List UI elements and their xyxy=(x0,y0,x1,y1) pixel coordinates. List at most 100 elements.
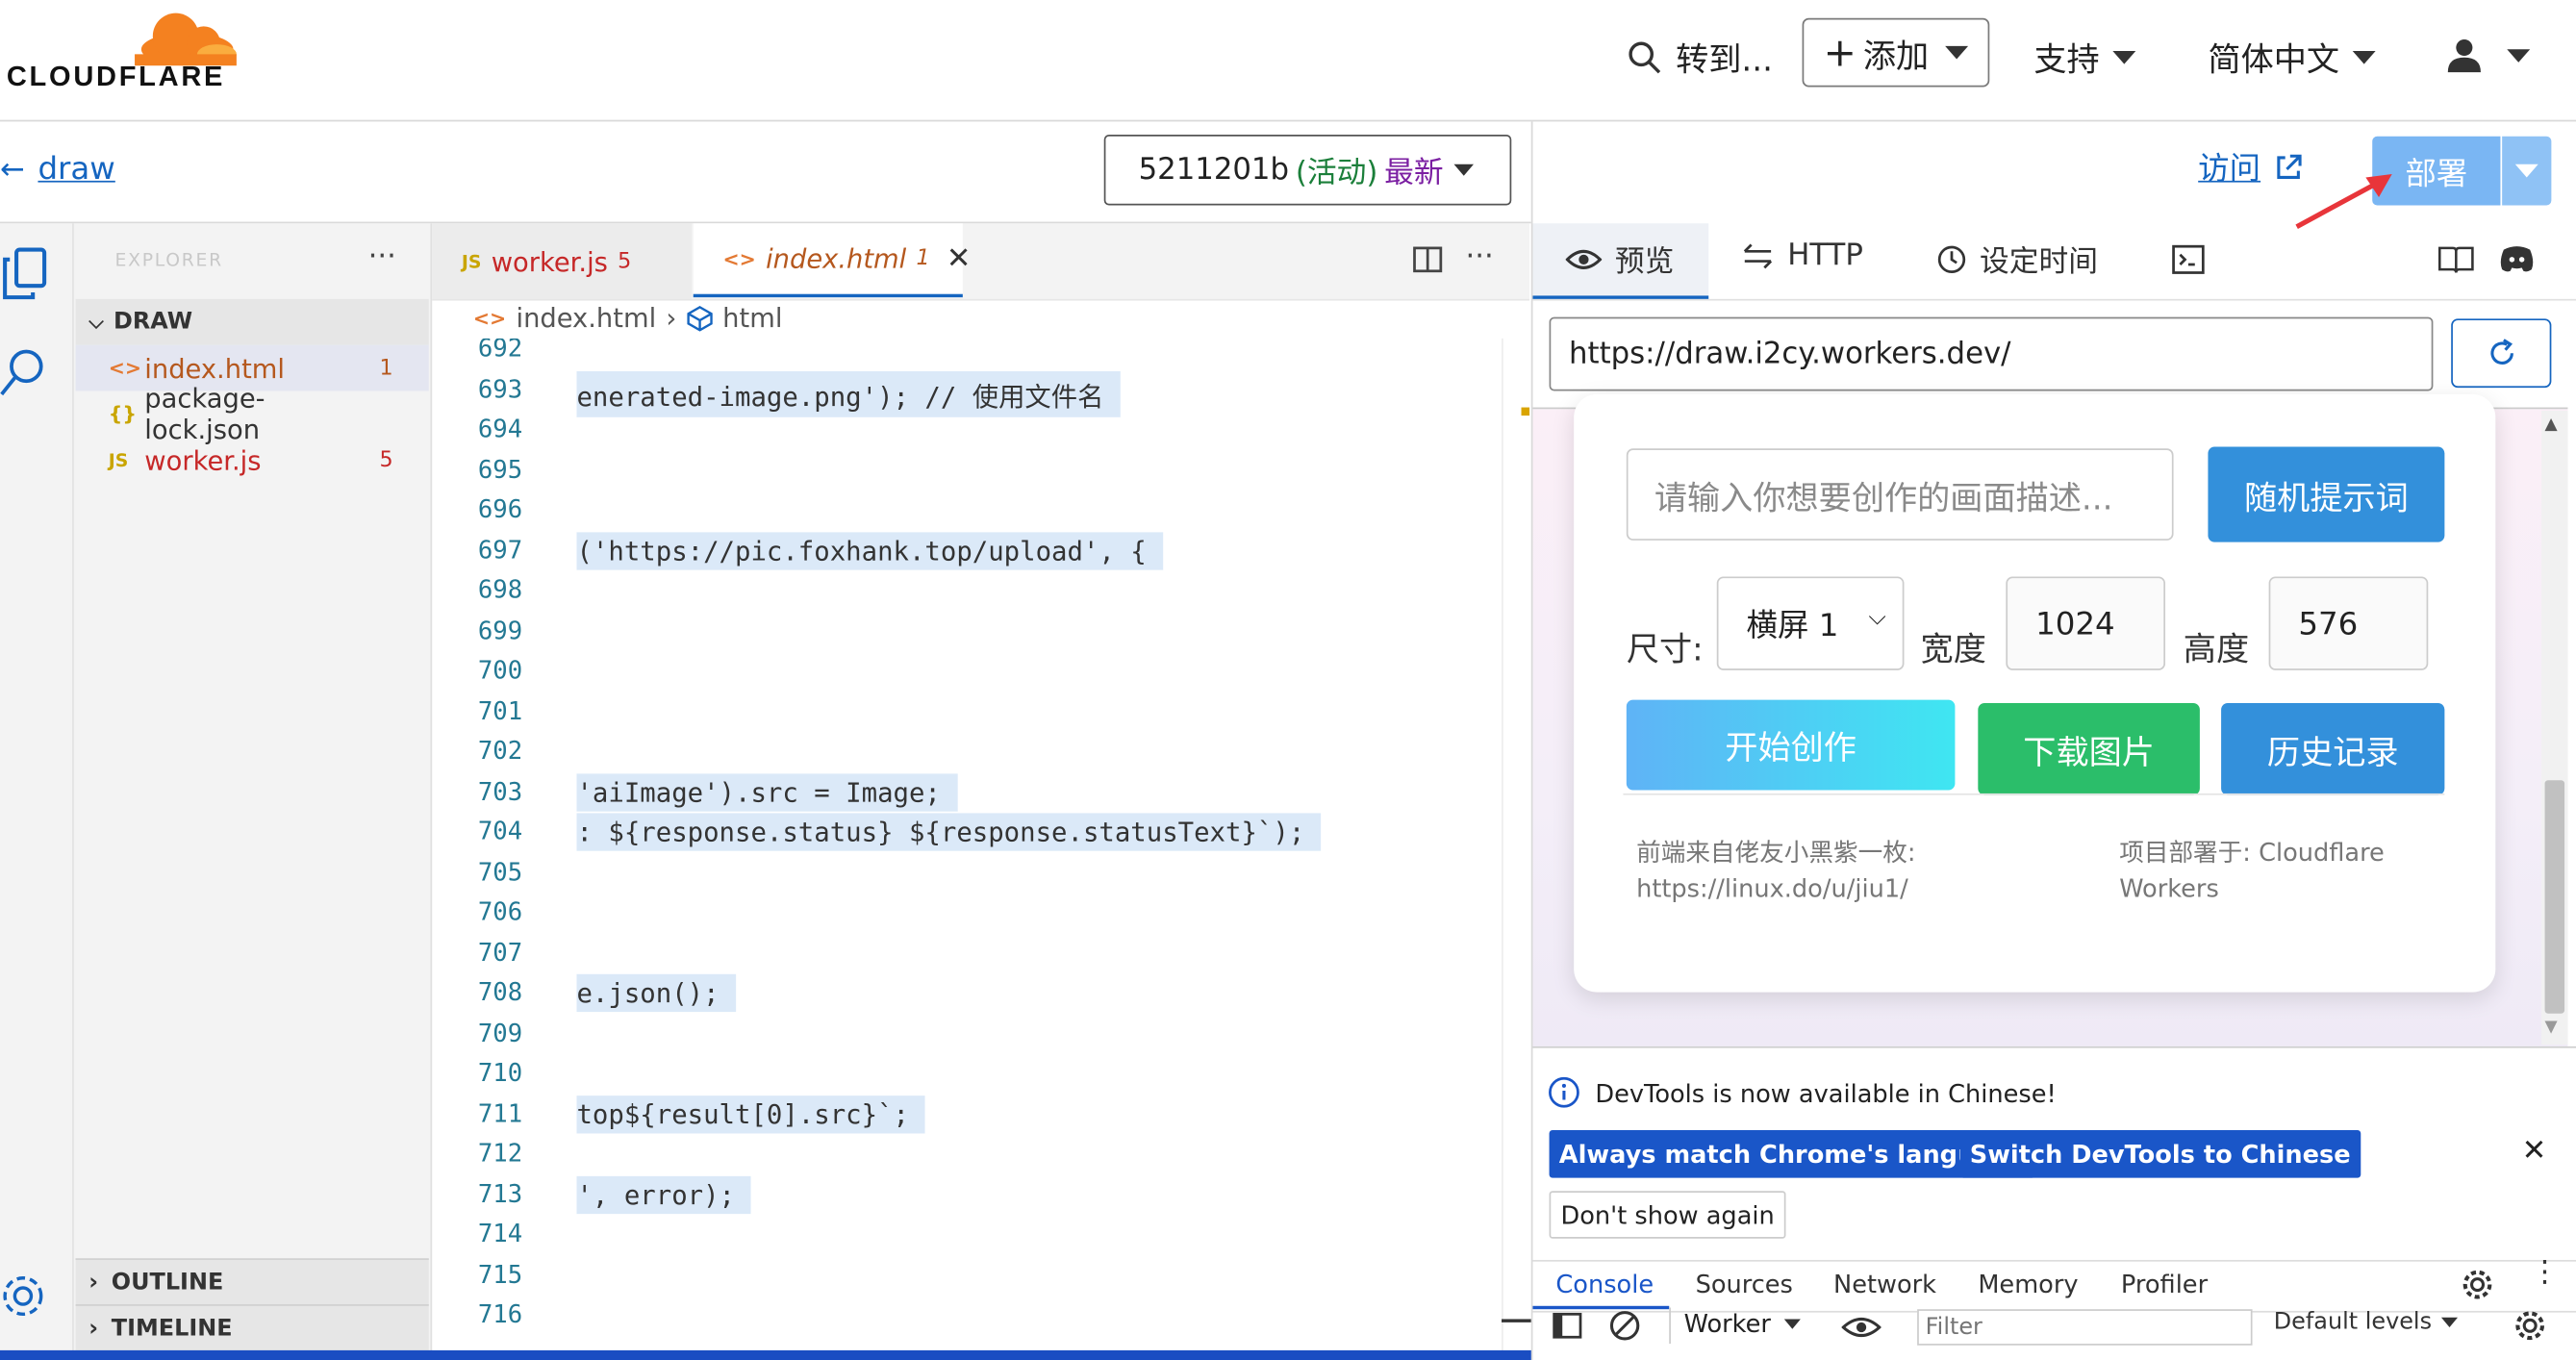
start-create-button[interactable]: 开始创作 xyxy=(1626,699,1956,791)
line-number: 700 xyxy=(477,655,523,686)
line-number: 714 xyxy=(477,1219,523,1249)
support-menu[interactable]: 支持 xyxy=(2033,33,2136,81)
back-link[interactable]: ← draw xyxy=(0,151,115,188)
code-line[interactable]: 'aiImage').src = Image; xyxy=(576,772,957,811)
search-icon[interactable] xyxy=(0,345,49,408)
cloudflare-logo[interactable]: CLOUDFLARE xyxy=(7,10,237,95)
download-image-button[interactable]: 下载图片 xyxy=(1978,702,2200,795)
live-expression-eye-icon[interactable] xyxy=(1840,1314,1882,1345)
line-number: 706 xyxy=(477,896,523,927)
size-select[interactable]: 横屏 1 ⌵ xyxy=(1716,576,1905,670)
console-settings-gear-icon[interactable] xyxy=(2513,1309,2546,1348)
explorer-section-draw[interactable]: ⌵ DRAW xyxy=(75,298,429,345)
line-number: 708 xyxy=(477,977,523,1007)
settings-gear-icon[interactable] xyxy=(2461,1269,2493,1308)
code-line[interactable]: : ${response.status} ${response.statusTe… xyxy=(576,813,1322,851)
code-line[interactable]: ', error); xyxy=(576,1175,752,1214)
tab-network[interactable]: Network xyxy=(1833,1270,1936,1299)
sidebar-toggle-icon[interactable] xyxy=(1551,1311,1583,1347)
context-select[interactable]: Worker xyxy=(1684,1309,1801,1339)
history-button[interactable]: 历史记录 xyxy=(2221,702,2445,795)
tab-worker-js[interactable]: JS worker.js 5 xyxy=(432,223,693,299)
book-icon[interactable] xyxy=(2437,244,2475,281)
html-file-icon: <> xyxy=(722,247,756,270)
support-label: 支持 xyxy=(2033,38,2100,79)
version-select[interactable]: 5211201b (活动) 最新 xyxy=(1103,135,1512,206)
file-worker-js[interactable]: JS worker.js 5 xyxy=(76,437,429,483)
preview-url-input[interactable] xyxy=(1549,316,2434,391)
visit-link[interactable]: 访问 xyxy=(2198,144,2303,189)
code-line[interactable]: e.json(); xyxy=(576,973,736,1013)
more-actions-icon[interactable]: ··· xyxy=(368,239,396,274)
line-number: 697 xyxy=(477,534,523,565)
code-editor[interactable]: 692 693 enerated-image.png'); // 使用文件名 694 6… xyxy=(432,339,1502,1350)
explorer-icon[interactable] xyxy=(0,246,49,309)
terminal-icon[interactable] xyxy=(2172,244,2205,281)
line-number: 702 xyxy=(477,736,523,766)
add-button[interactable]: + 添加 xyxy=(1802,17,1990,88)
scroll-down-icon[interactable]: ▼ xyxy=(2545,1019,2558,1037)
version-latest: 最新 xyxy=(1384,155,1444,190)
status-bar xyxy=(0,1349,1531,1360)
tab-http[interactable]: HTTP xyxy=(1741,239,1863,273)
outline-section[interactable]: › OUTLINE xyxy=(75,1258,429,1306)
more-actions-icon[interactable]: ··· xyxy=(1465,239,1493,274)
explorer-title: EXPLORER xyxy=(114,249,223,271)
chevron-down-icon xyxy=(1945,45,1969,60)
code-line[interactable]: ('https://pic.foxhank.top/upload', { xyxy=(576,531,1163,569)
tab-sources[interactable]: Sources xyxy=(1696,1270,1793,1299)
tab-console[interactable]: Console xyxy=(1555,1270,1654,1299)
preview-scroll-thumb[interactable] xyxy=(2544,780,2565,1014)
js-file-icon: JS xyxy=(108,449,129,471)
close-icon[interactable]: ✕ xyxy=(2522,1133,2547,1168)
breadcrumb-file[interactable]: index.html xyxy=(516,302,656,333)
more-vertical-icon[interactable]: ⋮ xyxy=(2530,1257,2560,1287)
footer-credit-link[interactable]: https://linux.do/u/jiu1/ xyxy=(1636,870,1915,907)
editor-scrollbar[interactable] xyxy=(1502,338,1532,1360)
size-label: 尺寸: xyxy=(1626,629,1704,669)
language-menu[interactable]: 简体中文 xyxy=(2208,33,2376,81)
tab-preview[interactable]: 预览 xyxy=(1565,239,1674,281)
footer-deploy-info: 项目部署于: Cloudflare Workers xyxy=(2119,835,2385,907)
chevron-down-icon: ⌵ xyxy=(88,309,104,333)
chevron-right-icon: › xyxy=(88,1270,99,1297)
eye-icon xyxy=(1565,249,1603,269)
switch-language-button[interactable]: Switch DevTools to Chinese xyxy=(1959,1130,2361,1178)
user-menu[interactable] xyxy=(2444,37,2531,76)
settings-gear-icon[interactable] xyxy=(0,1270,49,1328)
timeline-section[interactable]: › TIMELINE xyxy=(75,1304,429,1352)
file-package-lock-json[interactable]: {} package-lock.json xyxy=(76,383,429,445)
log-levels-select[interactable]: Default levels xyxy=(2274,1309,2459,1336)
line-number: 698 xyxy=(477,574,523,605)
file-name: index.html xyxy=(144,352,286,384)
json-file-icon: {} xyxy=(108,402,137,426)
width-input[interactable]: 1024 xyxy=(2006,576,2166,670)
dont-show-again-button[interactable]: Don't show again xyxy=(1549,1191,1786,1239)
prompt-input[interactable]: 请输入你想要创作的画面描述... xyxy=(1626,448,2174,541)
tab-schedule[interactable]: 设定时间 xyxy=(1937,239,2098,281)
console-filter-input[interactable] xyxy=(1917,1309,2253,1346)
line-number: 704 xyxy=(477,816,523,846)
reload-button[interactable] xyxy=(2451,318,2552,389)
height-input[interactable]: 576 xyxy=(2268,576,2429,670)
clear-console-icon[interactable] xyxy=(1608,1309,1641,1348)
tab-memory[interactable]: Memory xyxy=(1978,1270,2078,1299)
search-button[interactable]: 转到... xyxy=(1627,33,1773,81)
scroll-up-icon[interactable]: ▲ xyxy=(2545,416,2558,434)
plus-icon: + xyxy=(1823,29,1857,76)
tab-profiler[interactable]: Profiler xyxy=(2121,1270,2208,1299)
deploy-dropdown-button[interactable] xyxy=(2502,136,2552,206)
outline-label: OUTLINE xyxy=(111,1270,224,1297)
cloud-icon xyxy=(135,13,237,66)
discord-icon[interactable] xyxy=(2499,244,2536,281)
footer-deploy-text-2: Workers xyxy=(2119,873,2219,904)
close-icon[interactable]: ✕ xyxy=(947,241,972,276)
code-line[interactable]: enerated-image.png'); // 使用文件名 xyxy=(576,370,1121,416)
line-number: 693 xyxy=(477,373,523,404)
code-line[interactable]: top${result[0].src}`; xyxy=(576,1095,926,1133)
size-value: 横屏 1 xyxy=(1746,607,1839,644)
tab-index-html[interactable]: <> index.html 1 ✕ xyxy=(693,223,972,298)
split-editor-icon[interactable] xyxy=(1413,244,1443,281)
breadcrumb-element[interactable]: html xyxy=(722,302,782,333)
random-prompt-button[interactable]: 随机提示词 xyxy=(2208,446,2445,542)
